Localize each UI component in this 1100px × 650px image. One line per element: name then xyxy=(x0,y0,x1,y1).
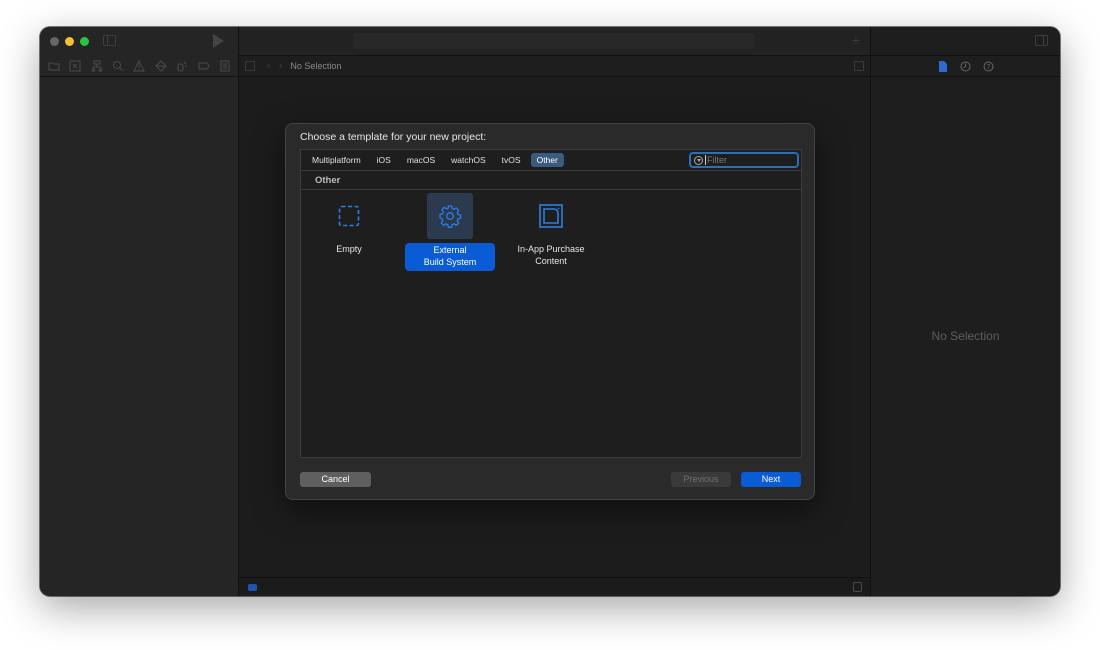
inspector-panel: ? No Selection xyxy=(870,27,1060,596)
template-empty[interactable]: Empty xyxy=(304,193,394,257)
inspector-toggle-icon[interactable] xyxy=(1035,35,1048,46)
titlebar xyxy=(40,27,239,55)
tab-other[interactable]: Other xyxy=(530,153,564,167)
previous-button[interactable]: Previous xyxy=(671,472,731,487)
filter-field[interactable] xyxy=(689,152,799,168)
in-app-purchase-icon xyxy=(539,204,563,228)
add-editor-icon[interactable] xyxy=(854,61,864,71)
inspector-empty-label: No Selection xyxy=(931,329,1000,343)
back-icon[interactable]: ‹ xyxy=(267,60,271,72)
toolbar: + xyxy=(239,27,870,55)
help-icon[interactable]: ? xyxy=(983,61,994,72)
jump-bar: ‹ › No Selection xyxy=(239,55,870,77)
zoom-window-button[interactable] xyxy=(80,37,89,46)
file-inspector-icon[interactable] xyxy=(937,60,948,72)
navigator-sidebar xyxy=(40,27,239,596)
forward-icon[interactable]: › xyxy=(279,60,283,72)
section-header: Other xyxy=(301,171,801,190)
add-icon[interactable]: + xyxy=(852,33,860,47)
activity-viewer xyxy=(353,33,755,49)
label-line: In-App Purchase xyxy=(517,244,585,254)
template-icon-wrap xyxy=(427,193,473,239)
related-items-icon[interactable] xyxy=(245,61,255,71)
template-in-app-purchase-content[interactable]: In-App Purchase Content xyxy=(506,193,596,269)
navigator-tabs xyxy=(40,55,239,77)
template-external-build-system[interactable]: External Build System xyxy=(405,193,495,271)
svg-text:?: ? xyxy=(987,64,991,71)
hierarchy-icon[interactable] xyxy=(91,60,103,72)
test-icon[interactable] xyxy=(155,59,167,72)
filter-input[interactable] xyxy=(705,155,795,165)
platform-tabs: Multiplatform iOS macOS watchOS tvOS Oth… xyxy=(301,150,801,171)
debug-icon[interactable] xyxy=(176,60,188,72)
tab-tvos[interactable]: tvOS xyxy=(496,153,527,167)
tab-watchos[interactable]: watchOS xyxy=(445,153,492,167)
filter-icon[interactable] xyxy=(694,155,703,165)
label-line: Build System xyxy=(423,256,477,267)
gear-icon xyxy=(439,205,462,228)
report-icon[interactable] xyxy=(219,60,231,72)
template-panel: Multiplatform iOS macOS watchOS tvOS Oth… xyxy=(300,149,802,458)
label-line: External xyxy=(433,245,467,255)
template-icon-wrap xyxy=(528,193,574,239)
search-icon[interactable] xyxy=(112,60,124,72)
breakpoint-icon[interactable] xyxy=(198,60,210,72)
minimize-window-button[interactable] xyxy=(65,37,74,46)
warning-icon[interactable] xyxy=(133,59,146,72)
debug-bar xyxy=(239,577,870,596)
empty-template-icon xyxy=(338,205,360,227)
debug-area-toggle-icon[interactable] xyxy=(248,584,257,591)
new-project-dialog: Choose a template for your new project: … xyxy=(285,123,815,500)
label-line: Content xyxy=(535,255,567,266)
inspector-toolbar xyxy=(871,27,1060,55)
close-window-button[interactable] xyxy=(50,37,59,46)
history-icon[interactable] xyxy=(960,61,971,72)
source-control-icon[interactable] xyxy=(69,60,81,72)
template-label: Empty xyxy=(336,244,362,254)
inspector-tabs: ? xyxy=(871,55,1060,77)
tab-ios[interactable]: iOS xyxy=(371,153,397,167)
tab-multiplatform[interactable]: Multiplatform xyxy=(306,153,367,167)
sidebar-toggle-icon[interactable] xyxy=(103,35,116,46)
cancel-button[interactable]: Cancel xyxy=(300,472,371,487)
jumpbar-title: No Selection xyxy=(290,61,342,71)
run-button[interactable] xyxy=(213,34,224,48)
template-label: In-App Purchase Content xyxy=(513,243,588,268)
template-label: External Build System xyxy=(405,243,495,271)
template-icon-wrap xyxy=(326,193,372,239)
tab-macos[interactable]: macOS xyxy=(401,153,441,167)
next-button[interactable]: Next xyxy=(741,472,801,487)
folder-icon[interactable] xyxy=(48,60,60,72)
device-icon[interactable] xyxy=(853,582,862,592)
dialog-title: Choose a template for your new project: xyxy=(300,131,487,143)
